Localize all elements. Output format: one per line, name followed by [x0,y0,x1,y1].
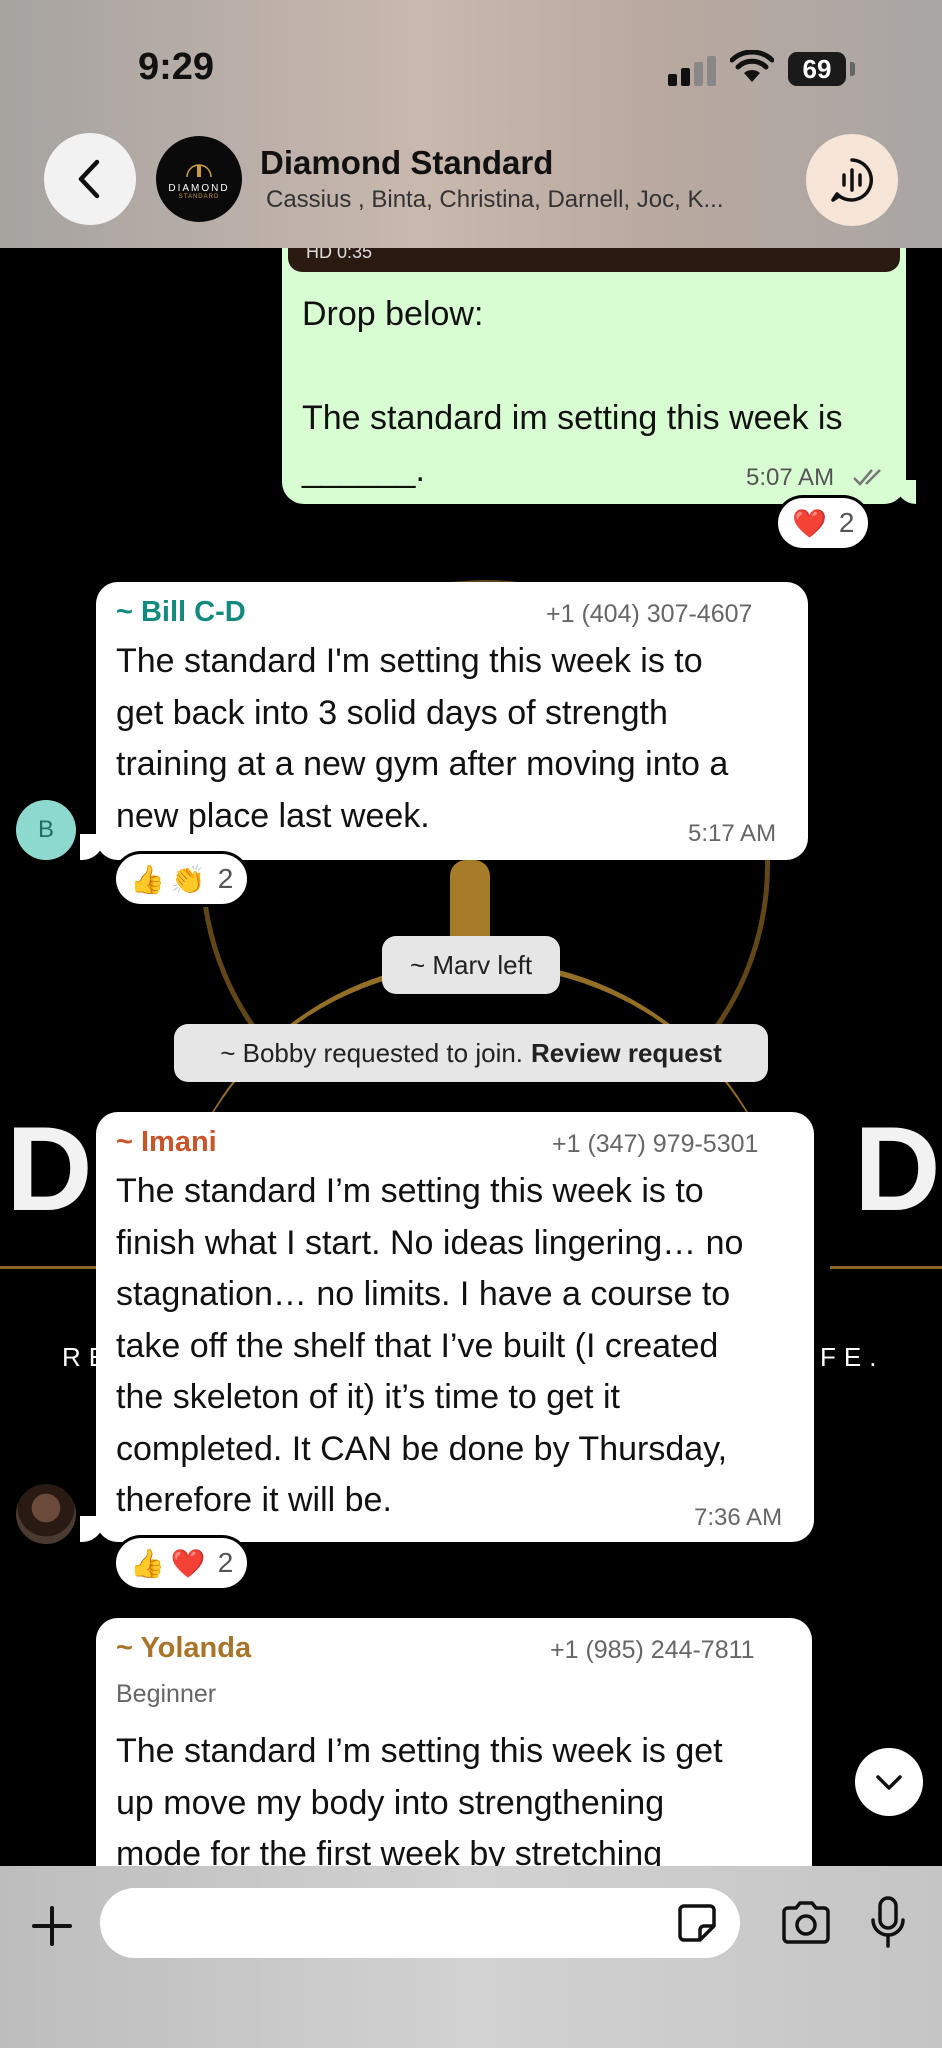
message-timestamp: 5:17 AM [688,820,777,847]
review-request-link[interactable]: Review request [531,1038,722,1069]
wallpaper-line-right [830,1266,942,1269]
sender-phone[interactable]: +1 (404) 307-4607 [546,600,752,629]
message-reaction[interactable]: 👍 ❤️ 2 [116,1538,248,1588]
heart-emoji: ❤️ [792,507,827,539]
message-line: The standard I'm setting this week is to [116,642,703,680]
system-notice-join: ~ Bobby requested to join. Review reques… [174,1024,768,1082]
message-text: The standard I’m setting this week is ge… [116,1726,812,1881]
message-line: the skeleton of it) it’s time to get it [116,1378,620,1416]
diamond-logo-icon [186,163,212,177]
message-line: stagnation… no limits. I have a course t… [116,1275,731,1313]
message-text: The standard I’m setting this week is to… [116,1166,814,1527]
wallpaper-text-right: FE. [820,1342,885,1372]
outgoing-line-1: Drop below: [302,295,484,333]
group-members[interactable]: Cassius , Binta, Christina, Darnell, Joc… [266,186,724,214]
avatar-bill[interactable]: B [16,800,76,860]
system-notice-left: ~ Marv left [382,936,560,994]
sender-name[interactable]: ~ Bill C-D [116,596,246,629]
join-notice-text: ~ Bobby requested to join. [220,1037,524,1068]
message-line: completed. It CAN be done by Thursday, [116,1429,728,1468]
wallpaper-letter-left: D [6,1102,93,1236]
cellular-signal-icon [668,56,718,86]
status-time: 9:29 [138,46,215,88]
message-line: The standard I’m setting this week is ge… [116,1732,723,1770]
battery-icon: 69 [788,52,846,86]
video-duration: HD 0:35 [306,248,373,262]
chevron-left-icon [78,159,100,199]
reaction-count: 2 [217,863,234,894]
audio-wave-chat-icon [831,158,873,202]
sticker-icon[interactable] [676,1902,718,1944]
sender-phone[interactable]: +1 (985) 244-7811 [550,1636,755,1665]
message-text: The standard I'm setting this week is to… [116,636,806,842]
scroll-to-bottom-button[interactable] [855,1748,923,1816]
message-input[interactable] [100,1888,740,1958]
clap-emoji: 👏 [170,863,206,895]
video-attachment[interactable]: HD 0:35 [288,248,900,272]
heart-emoji: ❤️ [170,1547,206,1579]
avatar-imani[interactable] [16,1484,76,1544]
voice-chat-button[interactable] [806,134,898,226]
group-avatar-subtext: STANDARD [178,193,220,200]
sender-name[interactable]: ~ Imani [116,1126,217,1159]
message-timestamp: 7:36 AM [694,1504,783,1531]
message-line: training at a new gym after moving into … [116,745,729,783]
microphone-icon[interactable] [870,1896,906,1950]
thumbs-up-emoji: 👍 [130,863,165,895]
battery-cap [850,62,855,76]
outgoing-reaction[interactable]: ❤️ 2 [778,498,869,548]
group-avatar[interactable]: DIAMOND STANDARD [156,136,242,222]
message-line: take off the shelf that I’ve built (I cr… [116,1326,719,1365]
chevron-down-icon [876,1775,902,1790]
thumbs-up-emoji: 👍 [130,1547,165,1579]
group-avatar-text: DIAMOND [168,182,230,194]
sender-phone[interactable]: +1 (347) 979-5301 [552,1130,758,1159]
message-line: get back into 3 solid days of strength [116,693,668,732]
wifi-icon [730,50,774,82]
double-check-icon [853,469,881,486]
group-title[interactable]: Diamond Standard [260,144,553,182]
attach-button[interactable] [24,1898,80,1954]
outgoing-line-2: The standard im setting this week is [302,399,843,437]
sender-name[interactable]: ~ Yolanda [116,1632,251,1665]
message-reaction[interactable]: 👍 👏 2 [116,854,248,904]
wallpaper-line-left [0,1266,110,1269]
camera-icon[interactable] [780,1900,832,1944]
reaction-count: 2 [838,507,855,538]
plus-icon [32,1906,72,1946]
message-line: finish what I start. No ideas lingering…… [116,1223,744,1262]
message-line: up move my body into strengthening [116,1783,665,1822]
sender-subtitle: Beginner [116,1680,217,1708]
message-line: The standard I’m setting this week is to [116,1172,704,1210]
chat-header: 9:29 69 DIAMOND STANDARD Diamond Standar… [0,0,942,248]
outgoing-timestamp: 5:07 AM [746,464,835,491]
wallpaper-letter-right: D [854,1102,941,1236]
reaction-count: 2 [217,1547,234,1578]
back-button[interactable] [44,133,136,225]
